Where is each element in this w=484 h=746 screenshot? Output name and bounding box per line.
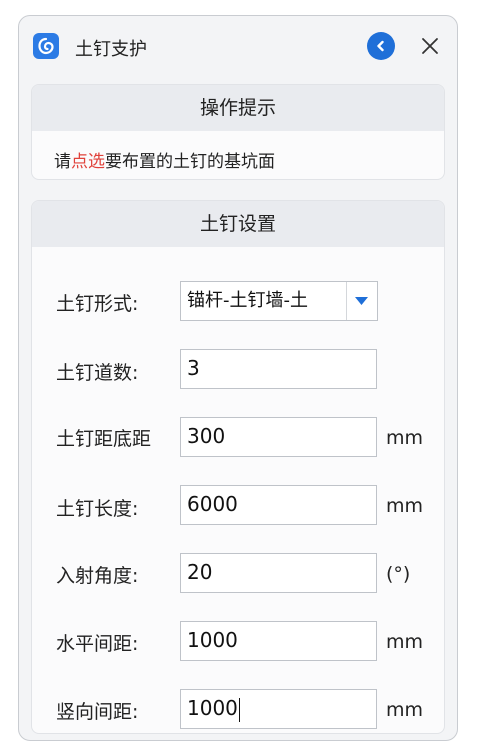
hint-text-prefix: 请	[54, 152, 71, 172]
title-bar: 土钉支护	[19, 16, 457, 76]
hint-header: 操作提示	[32, 85, 444, 131]
incidence-angle-input[interactable]: 20	[180, 553, 377, 593]
vertical-spacing-label: 竖向间距:	[56, 701, 139, 723]
text-caret	[238, 697, 240, 722]
back-button[interactable]	[367, 32, 395, 60]
hint-text-highlight: 点选	[71, 152, 105, 172]
nail-type-dropdown-button[interactable]	[346, 282, 377, 320]
nail-type-value: 锚杆-土钉墙-土	[187, 290, 308, 311]
bottom-distance-input[interactable]: 300	[180, 417, 377, 457]
vertical-spacing-unit: mm	[386, 699, 424, 721]
horizontal-spacing-input[interactable]: 1000	[180, 621, 377, 661]
bottom-distance-label: 土钉距底距	[56, 428, 152, 450]
nail-length-input[interactable]: 6000	[180, 485, 377, 525]
vertical-spacing-value: 1000	[187, 696, 238, 720]
soil-nail-dialog: 土钉支护 操作提示 请点选要布置的土钉的基坑面 土钉设置 土钉形式: 锚杆-土钉…	[18, 15, 458, 741]
nail-rows-label: 土钉道数:	[56, 362, 139, 384]
horizontal-spacing-label: 水平间距:	[56, 633, 139, 655]
dropdown-arrow-icon	[355, 297, 368, 305]
incidence-angle-unit: (°)	[386, 563, 411, 585]
nail-type-select[interactable]: 锚杆-土钉墙-土	[180, 281, 378, 321]
window-title: 土钉支护	[75, 39, 147, 60]
vertical-spacing-input[interactable]: 1000	[180, 689, 377, 729]
nail-rows-input[interactable]: 3	[180, 349, 377, 389]
horizontal-spacing-unit: mm	[386, 631, 424, 653]
settings-header: 土钉设置	[32, 201, 444, 247]
app-logo-icon	[33, 33, 59, 59]
nail-length-unit: mm	[386, 495, 424, 517]
back-icon	[377, 40, 384, 52]
close-icon	[422, 38, 438, 54]
operation-hint-panel: 操作提示 请点选要布置的土钉的基坑面	[31, 84, 445, 180]
hint-text-suffix: 要布置的土钉的基坑面	[105, 152, 275, 172]
hint-text: 请点选要布置的土钉的基坑面	[54, 147, 275, 172]
nail-type-label: 土钉形式:	[56, 293, 139, 315]
incidence-angle-label: 入射角度:	[56, 565, 139, 587]
nail-length-label: 土钉长度:	[56, 498, 139, 520]
bottom-distance-unit: mm	[386, 427, 424, 449]
close-button[interactable]	[417, 33, 443, 59]
nail-settings-panel: 土钉设置 土钉形式: 锚杆-土钉墙-土 土钉道数: 3 土钉距底距 300 mm…	[31, 200, 445, 734]
